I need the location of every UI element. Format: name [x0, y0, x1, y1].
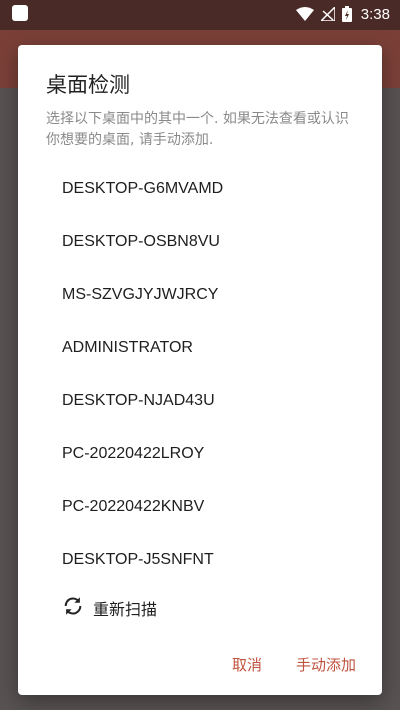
wifi-icon [295, 7, 314, 21]
manual-add-button[interactable]: 手动添加 [296, 654, 356, 675]
notification-icon [12, 5, 28, 21]
rescan-label: 重新扫描 [93, 600, 158, 619]
cancel-button[interactable]: 取消 [232, 654, 262, 675]
refresh-icon [62, 595, 84, 621]
desktop-list-item[interactable]: DESKTOP-J5SNFNT [18, 533, 382, 586]
rescan-button[interactable]: 重新扫描 [62, 593, 157, 623]
status-bar: 3:38 [0, 0, 400, 30]
desktop-list-item[interactable]: DESKTOP-G6MVAMD [18, 162, 382, 215]
desktop-detect-dialog: 桌面检测 选择以下桌面中的其中一个. 如果无法查看或认识你想要的桌面, 请手动添… [18, 45, 382, 695]
desktop-list-item[interactable]: PC-20220422KNBV [18, 480, 382, 533]
dialog-actions: 取消 手动添加 [232, 654, 356, 675]
dialog-message: 选择以下桌面中的其中一个. 如果无法查看或认识你想要的桌面, 请手动添加. [46, 111, 349, 148]
desktop-list: DESKTOP-G6MVAMD DESKTOP-OSBN8VU MS-SZVGJ… [18, 162, 382, 586]
status-icons: 3:38 [295, 4, 390, 24]
desktop-list-item[interactable]: PC-20220422LROY [18, 427, 382, 480]
status-time: 3:38 [360, 5, 390, 23]
battery-charging-icon [341, 6, 352, 22]
desktop-list-item[interactable]: DESKTOP-OSBN8VU [18, 215, 382, 268]
desktop-list-item[interactable]: ADMINISTRATOR [18, 321, 382, 374]
dialog-title: 桌面检测 [46, 73, 130, 97]
desktop-list-item[interactable]: DESKTOP-NJAD43U [18, 374, 382, 427]
desktop-list-item[interactable]: MS-SZVGJYJWJRCY [18, 268, 382, 321]
signal-off-icon [320, 7, 335, 21]
